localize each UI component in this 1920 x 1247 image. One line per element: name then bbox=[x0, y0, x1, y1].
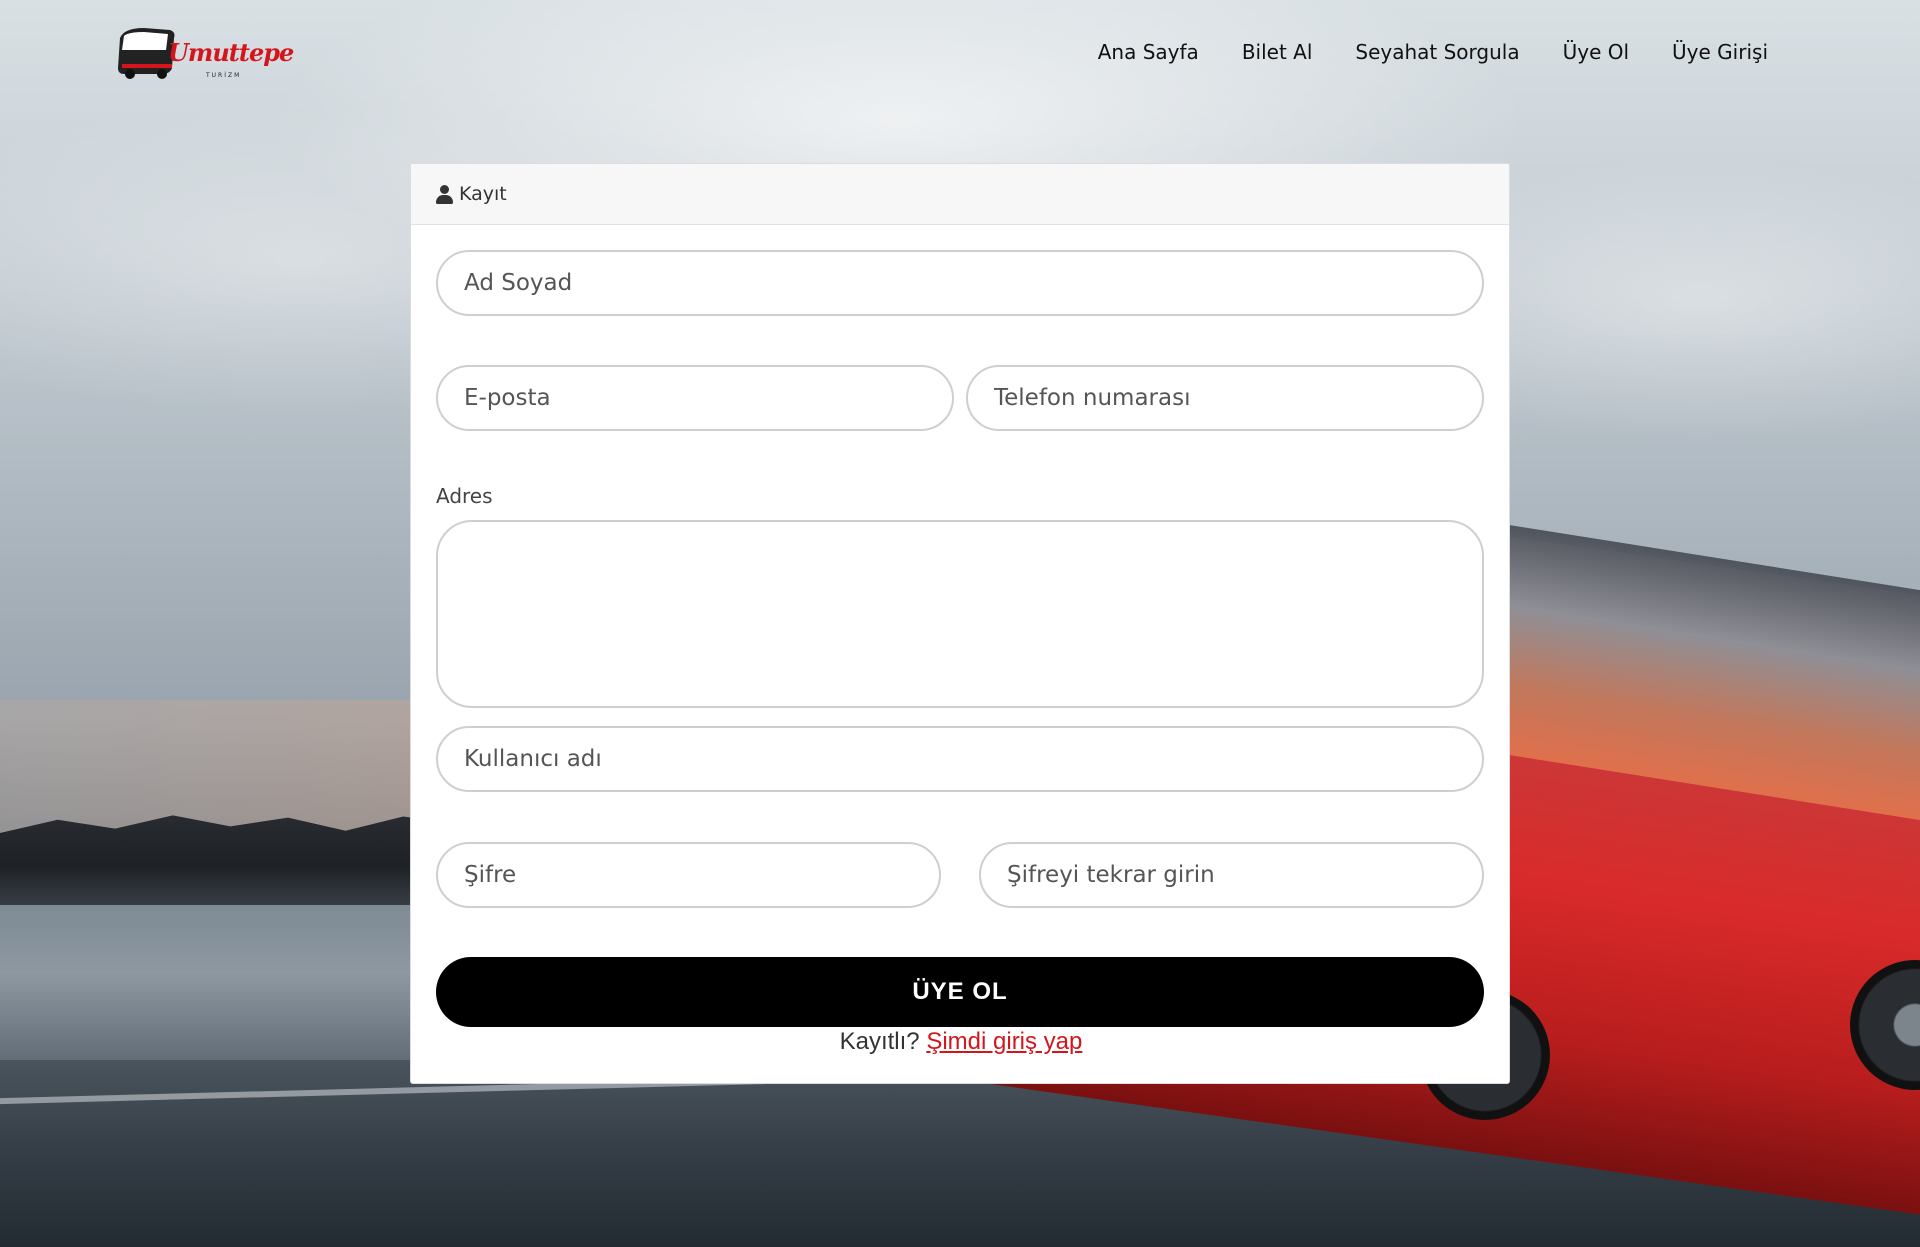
email-input[interactable] bbox=[464, 385, 952, 411]
main-nav: Ana Sayfa Bilet Al Seyahat Sorgula Üye O… bbox=[1098, 40, 1768, 64]
brand-logo[interactable]: Umuttepe TURİZM bbox=[114, 24, 294, 82]
site-header: Umuttepe TURİZM Ana Sayfa Bilet Al Seyah… bbox=[0, 0, 1920, 110]
password-repeat-input[interactable] bbox=[1007, 862, 1482, 888]
username-input[interactable] bbox=[464, 746, 1482, 772]
nav-login[interactable]: Üye Girişi bbox=[1672, 40, 1768, 64]
login-prompt-line: Kayıtlı? Şimdi giriş yap bbox=[411, 1028, 1511, 1056]
nav-buy-ticket[interactable]: Bilet Al bbox=[1242, 40, 1313, 64]
register-card: Kayıt Adres ÜYE OL Kayıtlı? Şimdi giriş … bbox=[410, 163, 1510, 1084]
email-field[interactable] bbox=[436, 365, 954, 431]
full-name-field[interactable] bbox=[436, 250, 1484, 316]
full-name-input[interactable] bbox=[464, 270, 1482, 296]
username-field[interactable] bbox=[436, 726, 1484, 792]
brand-name: Umuttepe bbox=[168, 38, 294, 67]
password-repeat-field[interactable] bbox=[979, 842, 1484, 908]
nav-trip-query[interactable]: Seyahat Sorgula bbox=[1355, 40, 1519, 64]
nav-register[interactable]: Üye Ol bbox=[1563, 40, 1629, 64]
phone-input[interactable] bbox=[994, 385, 1482, 411]
password-input[interactable] bbox=[464, 862, 939, 888]
card-title: Kayıt bbox=[459, 183, 507, 205]
nav-home[interactable]: Ana Sayfa bbox=[1098, 40, 1199, 64]
user-icon bbox=[436, 184, 453, 204]
phone-field[interactable] bbox=[966, 365, 1484, 431]
login-prompt-text: Kayıtlı? bbox=[839, 1028, 920, 1055]
address-label: Adres bbox=[436, 484, 493, 508]
login-link[interactable]: Şimdi giriş yap bbox=[926, 1028, 1082, 1055]
address-textarea[interactable] bbox=[436, 520, 1484, 708]
brand-subtitle: TURİZM bbox=[206, 72, 242, 79]
password-field[interactable] bbox=[436, 842, 941, 908]
card-header: Kayıt bbox=[411, 164, 1509, 225]
register-button[interactable]: ÜYE OL bbox=[436, 957, 1484, 1027]
